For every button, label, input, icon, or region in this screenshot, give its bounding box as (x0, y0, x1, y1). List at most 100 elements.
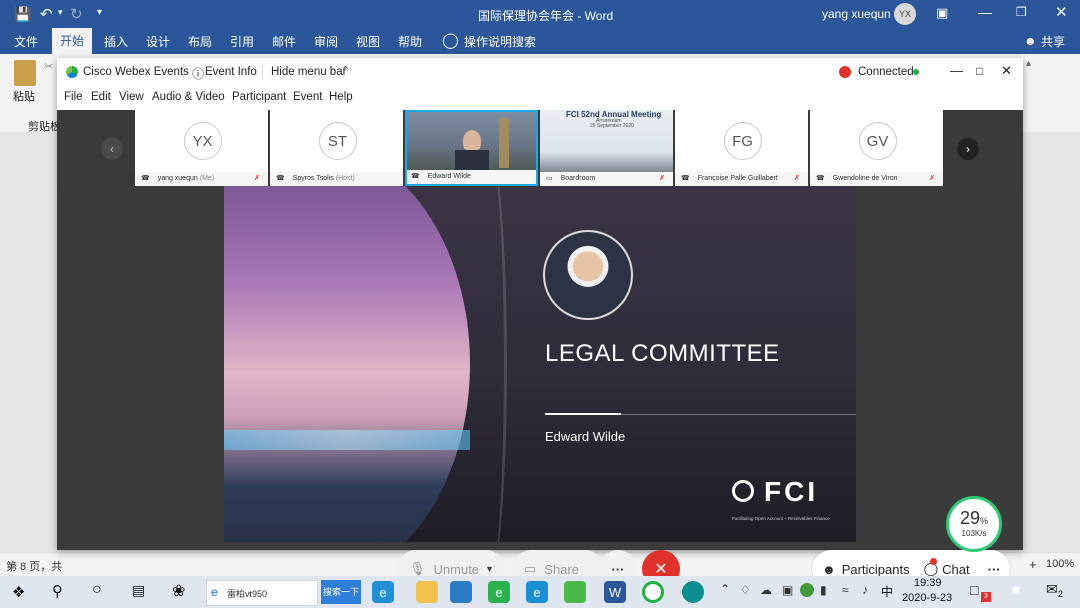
chat-button[interactable]: Chat (942, 562, 969, 577)
presentation-slide: LEGAL COMMITTEE Edward Wilde FCI Facilit… (224, 186, 856, 542)
notifications-icon[interactable]: ✉ (1046, 581, 1058, 598)
menu-edit[interactable]: Edit (91, 91, 111, 103)
title-divider (183, 64, 184, 80)
cloud-icon[interactable]: ☁ (760, 583, 772, 597)
webex-close-icon[interactable]: ✕ (1001, 63, 1012, 79)
clock-date[interactable]: 2020-9-23 (902, 592, 952, 604)
notification-bell-icon[interactable]: ♢ (740, 583, 751, 597)
word-icon[interactable]: W (604, 581, 626, 603)
taskbar-search-button[interactable]: 搜索一下 (321, 580, 361, 604)
cut-icon[interactable]: ✂ (44, 60, 53, 73)
chevron-up-icon[interactable]: ⌃ (341, 64, 350, 77)
participant-tile-active[interactable]: ☎ Edward Wilde (405, 110, 538, 186)
menu-help[interactable]: Help (329, 91, 353, 103)
webex-maximize-icon[interactable]: □ (976, 64, 983, 78)
action-center-icon[interactable]: □ (970, 582, 978, 598)
close-icon[interactable]: ✕ (1055, 3, 1068, 21)
slide-arc (470, 186, 507, 542)
save-icon[interactable]: 💾 (14, 6, 31, 23)
headset-icon: ☎ (411, 173, 420, 180)
tab-mailings[interactable]: 邮件 (272, 33, 296, 50)
share-screen-icon: ▭ (524, 561, 537, 576)
scroll-right-button[interactable]: › (957, 138, 979, 160)
zoom-in-button[interactable]: + (1029, 557, 1037, 572)
cluster-app-icon[interactable]: ❀ (172, 581, 185, 601)
participants-button[interactable]: Participants (842, 562, 910, 577)
ribbon-display-icon[interactable]: ▣ (936, 5, 948, 21)
participant-tile[interactable]: FG ☎ Françoise Palle Guillabert ✗ (675, 110, 808, 186)
search-icon[interactable]: ⚲ (52, 582, 63, 600)
undo-dropdown-icon[interactable]: ▾ (58, 7, 63, 18)
tab-review[interactable]: 审阅 (314, 33, 338, 50)
task-view-icon[interactable]: ▤ (132, 582, 145, 599)
customize-toolbar-icon[interactable]: ▾ (97, 7, 102, 18)
cortana-icon[interactable]: ○ (92, 581, 102, 599)
minimize-icon[interactable]: — (978, 4, 992, 20)
participant-tile[interactable]: FCI 52nd Annual Meeting Amsterdam 29 Sep… (540, 110, 673, 186)
muted-mic-icon: ✗ (659, 175, 665, 182)
account-name[interactable]: yang xuequn (822, 7, 891, 21)
share-button[interactable]: 共享 (1041, 33, 1065, 50)
tray-app-icon[interactable] (800, 583, 814, 597)
menu-event[interactable]: Event (293, 91, 322, 103)
tab-file[interactable]: 文件 (14, 33, 38, 50)
undo-icon[interactable]: ↶ (40, 5, 53, 23)
ie-taskbar-icon[interactable]: e (526, 581, 548, 603)
participant-tile[interactable]: GV ☎ Gwendoline de Viron ✗ (810, 110, 943, 186)
chevron-down-icon[interactable]: ▾ (487, 564, 492, 575)
webex-minimize-icon[interactable]: — (950, 63, 963, 78)
battery-icon[interactable]: ▮ (820, 583, 827, 597)
menu-view[interactable]: View (119, 91, 144, 103)
redo-icon[interactable]: ↻ (70, 5, 83, 23)
store-icon[interactable] (450, 581, 472, 603)
tab-layout[interactable]: 布局 (188, 33, 212, 50)
account-avatar[interactable]: YX (894, 3, 916, 25)
menu-file[interactable]: File (64, 91, 83, 103)
tray-expand-icon[interactable]: ⌃ (720, 582, 730, 596)
clock-time[interactable]: 19:39 (914, 577, 942, 589)
zoom-level[interactable]: 100% (1046, 558, 1074, 570)
webex-taskbar-icon[interactable] (642, 581, 664, 603)
edge-icon[interactable]: e (372, 581, 394, 603)
file-explorer-icon[interactable] (416, 581, 438, 603)
network-speed: 103K/s (961, 529, 987, 538)
tray-m-icon[interactable]: ■ (1012, 582, 1020, 597)
word-titlebar: 💾 ↶ ▾ ↻ ▾ 国际保理协会年会 - Word yang xuequn YX… (0, 0, 1080, 28)
tell-me-search[interactable]: 操作说明搜索 (464, 33, 536, 50)
ribbon-collapse-icon[interactable]: ▴ (1026, 58, 1031, 69)
ime-indicator[interactable]: 中 (881, 583, 893, 600)
webex-meetings-icon[interactable] (682, 581, 704, 603)
taskbar-search-box[interactable]: e 雷柏vt950 (206, 580, 318, 606)
menu-participant[interactable]: Participant (232, 91, 286, 103)
title-rule (621, 414, 856, 415)
ie-icon: e (211, 585, 218, 599)
wechat-icon[interactable] (564, 581, 586, 603)
paste-icon[interactable] (14, 60, 36, 86)
paste-label[interactable]: 粘贴 (13, 88, 35, 104)
windows-start-icon[interactable]: ❖ (12, 583, 25, 601)
tray-badge: 3 (981, 592, 991, 602)
event-info-button[interactable]: Event Info (205, 66, 257, 78)
tab-references[interactable]: 引用 (230, 33, 254, 50)
tab-design[interactable]: 设计 (146, 33, 170, 50)
participant-name: Edward Wilde (427, 173, 471, 180)
participant-label: ☎ Gwendoline de Viron ✗ (810, 172, 943, 186)
tab-insert[interactable]: 插入 (104, 33, 128, 50)
volume-icon[interactable]: ♪ (862, 583, 868, 597)
wifi-icon[interactable]: ≈ (842, 583, 849, 597)
participant-tile[interactable]: ST ☎ Spyros Tsolis (Host) (270, 110, 403, 186)
tab-help[interactable]: 帮助 (398, 33, 422, 50)
participant-name: yang xuequn (157, 175, 198, 182)
participant-tile[interactable]: YX ☎ yang xuequn (Me) ✗ (135, 110, 268, 186)
hide-menu-bar-button[interactable]: Hide menu bar (271, 66, 346, 78)
webex-window: Cisco Webex Events ⓘ Event Info Hide men… (57, 58, 1023, 550)
scroll-left-button[interactable]: ‹ (101, 138, 123, 160)
menu-audio-video[interactable]: Audio & Video (152, 91, 225, 103)
more-panels-button[interactable]: ··· (988, 562, 1001, 577)
restore-icon[interactable]: ❐ (1016, 5, 1027, 19)
usb-icon[interactable]: ▣ (782, 583, 793, 597)
tab-view[interactable]: 视图 (356, 33, 380, 50)
tab-home[interactable]: 开始 (52, 28, 93, 54)
network-speed-widget[interactable]: 29% 103K/s (946, 496, 1002, 552)
browser-360-icon[interactable]: e (488, 581, 510, 603)
